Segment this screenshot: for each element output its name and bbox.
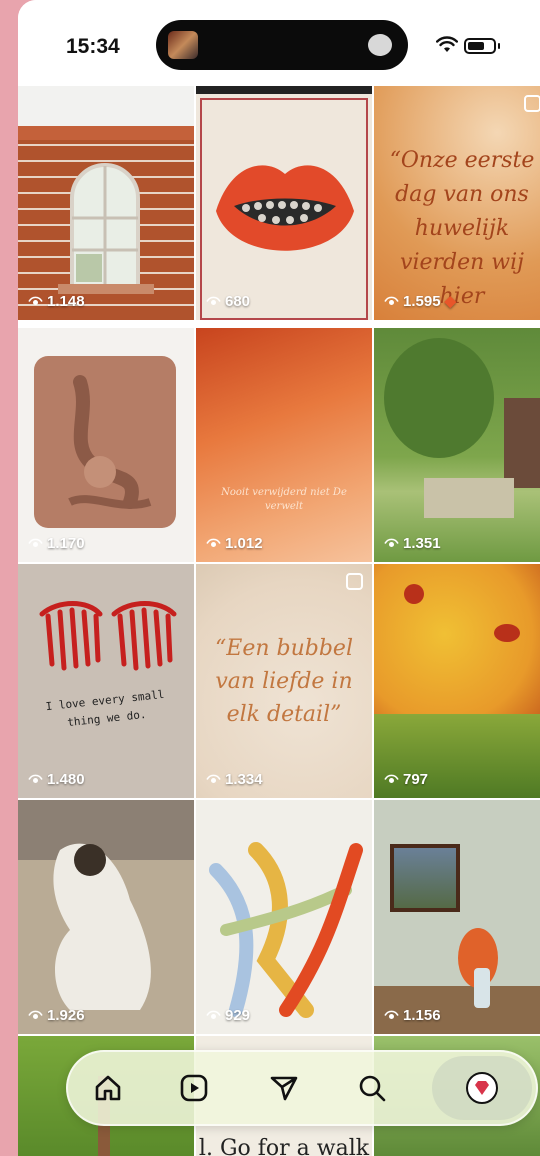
eye-icon: [384, 538, 399, 547]
eye-icon: [384, 1010, 399, 1019]
post-thumbnail[interactable]: 1.926: [18, 800, 194, 1034]
flame-icon: ◆: [444, 293, 457, 310]
send-icon[interactable]: [266, 1070, 302, 1106]
eye-icon: [28, 774, 43, 783]
view-count: 1.170: [28, 535, 85, 552]
search-icon[interactable]: [354, 1070, 390, 1106]
post-thumbnail[interactable]: 1.148: [18, 86, 194, 320]
battery-icon: [464, 38, 496, 54]
wifi-icon: [436, 36, 458, 52]
eye-icon: [206, 538, 221, 547]
eye-icon: [384, 296, 399, 305]
eye-icon: [206, 296, 221, 305]
now-playing-thumbnail[interactable]: [168, 31, 198, 59]
eye-icon: [384, 774, 399, 783]
lips-collage-image: [216, 165, 354, 251]
post-thumbnail[interactable]: 1.156: [374, 800, 540, 1034]
eye-icon: [28, 1010, 43, 1019]
bottom-navigation: [66, 1050, 538, 1126]
clock: 15:34: [66, 35, 120, 58]
view-count: 1.334: [206, 771, 263, 788]
crouching-figure-image: [53, 843, 151, 1010]
post-thumbnail[interactable]: “Onze eerste dag van ons huwelijk vierde…: [374, 86, 540, 320]
carousel-icon: [346, 573, 363, 590]
post-thumbnail[interactable]: 1.351: [374, 328, 540, 562]
eye-icon: [206, 774, 221, 783]
view-count: 1.595 ◆: [384, 292, 456, 310]
post-thumbnail[interactable]: 797: [374, 564, 540, 798]
view-count: 1.012: [206, 535, 263, 552]
view-count: 929: [206, 1007, 250, 1024]
view-count: 1.926: [28, 1007, 85, 1024]
post-thumbnail[interactable]: 680: [196, 86, 372, 320]
eye-icon: [206, 1010, 221, 1019]
camera-indicator: [368, 34, 392, 56]
view-count: 1.480: [28, 771, 85, 788]
view-count: 680: [206, 293, 250, 310]
view-count: 797: [384, 771, 428, 788]
post-thumbnail[interactable]: I love every small thing we do. 1.480: [18, 564, 194, 798]
clay-relief-image: [34, 356, 176, 528]
app-screen: 15:34 1.148 680 “Onze eerste dag van ons…: [18, 0, 540, 1156]
post-thumbnail[interactable]: “Een bubbel van liefde in elk detail” 1.…: [196, 564, 372, 798]
dynamic-island[interactable]: [156, 20, 408, 70]
post-thumbnail[interactable]: 929: [196, 800, 372, 1034]
dancers-sketch-image: [209, 842, 363, 1018]
status-bar: 15:34: [18, 0, 540, 86]
chairs-sketch-image: [39, 601, 177, 671]
profile-tab[interactable]: [432, 1056, 532, 1120]
post-thumbnail[interactable]: 1.170: [18, 328, 194, 562]
view-count: 1.156: [384, 1007, 441, 1024]
eye-icon: [28, 296, 43, 305]
carousel-icon: [524, 95, 540, 112]
home-icon[interactable]: [90, 1070, 126, 1106]
reels-icon[interactable]: [176, 1070, 212, 1106]
arched-window-image: [70, 163, 140, 286]
view-count: 1.351: [384, 535, 441, 552]
profile-icon[interactable]: [466, 1072, 498, 1104]
post-thumbnail[interactable]: Nooit verwijderd niet De verwelt 1.012: [196, 328, 372, 562]
view-count: 1.148: [28, 293, 85, 310]
eye-icon: [28, 538, 43, 547]
